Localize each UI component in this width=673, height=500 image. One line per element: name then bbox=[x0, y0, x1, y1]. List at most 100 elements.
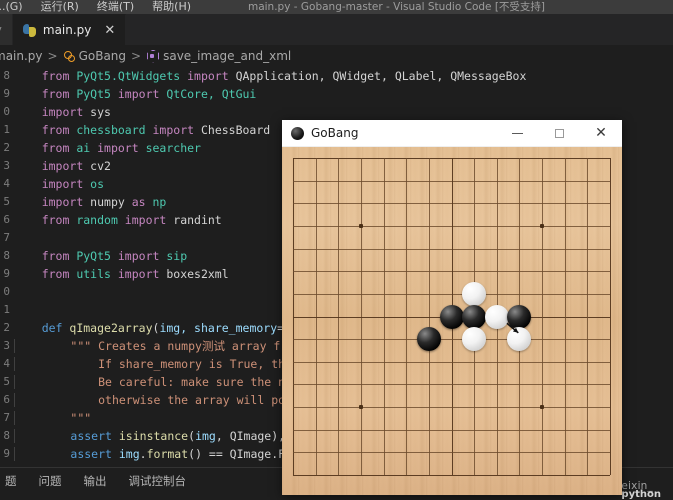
grid-line-horizontal bbox=[293, 362, 610, 363]
code-token: import bbox=[110, 87, 167, 101]
code-text: from chessboard import ChessBoard bbox=[14, 121, 271, 139]
tab-main-py[interactable]: main.py ✕ bbox=[12, 14, 127, 45]
stone-black[interactable] bbox=[507, 304, 532, 329]
code-text: from PyQt5 import sip bbox=[14, 247, 187, 265]
tab-inactive[interactable]: i.py bbox=[0, 14, 13, 45]
grid-line-vertical bbox=[587, 158, 588, 475]
panel-tab-output[interactable]: 输出 bbox=[73, 473, 118, 489]
code-text: assert img.format() == QImage.F bbox=[14, 445, 285, 463]
gobang-window: GoBang ✕ bbox=[282, 120, 622, 495]
line-number: 3 bbox=[3, 339, 10, 352]
code-text: If share_memory is True, th bbox=[14, 355, 285, 373]
code-token: import bbox=[41, 195, 91, 209]
breadcrumb-file[interactable]: main.py bbox=[0, 49, 43, 63]
code-token: Be careful: make sure the n bbox=[70, 375, 286, 389]
code-token: import bbox=[41, 159, 91, 173]
code-text: from random import randint bbox=[14, 211, 222, 229]
editor-tab-bar: i.py main.py ✕ bbox=[0, 14, 673, 45]
grid-line-horizontal bbox=[293, 339, 610, 340]
indent-guide bbox=[14, 411, 43, 425]
stone-white[interactable] bbox=[484, 304, 509, 329]
grid-line-horizontal bbox=[293, 407, 610, 408]
gobang-board[interactable] bbox=[282, 147, 622, 495]
code-token: from bbox=[41, 141, 77, 155]
line-number: 1 bbox=[3, 123, 10, 136]
code-token: img, share_memory bbox=[159, 321, 278, 335]
board-grid bbox=[293, 158, 611, 476]
code-token: cv2 bbox=[90, 159, 111, 173]
line-number: 7 bbox=[3, 231, 10, 244]
code-token: ChessBoard bbox=[200, 123, 271, 137]
line-number: 4 bbox=[3, 177, 10, 190]
code-line: 0 import sys bbox=[0, 103, 673, 121]
star-point bbox=[358, 223, 363, 228]
line-number: 9 bbox=[3, 267, 10, 280]
breadcrumb-method[interactable]: save_image_and_xml bbox=[163, 49, 291, 63]
code-token: format bbox=[146, 447, 189, 461]
code-token: sys bbox=[90, 105, 111, 119]
code-token: ai bbox=[76, 141, 91, 155]
panel-tab-problems[interactable]: 问题 bbox=[28, 473, 73, 489]
code-text: from ai import searcher bbox=[14, 139, 201, 157]
minimize-button[interactable] bbox=[496, 120, 538, 147]
code-text: from utils import boxes2xml bbox=[14, 265, 229, 283]
maximize-button[interactable] bbox=[538, 120, 580, 147]
code-token: """ Creates a numpy测试 array f bbox=[70, 339, 281, 353]
code-token: def bbox=[41, 321, 70, 335]
indent-guide bbox=[14, 447, 43, 461]
gobang-title: GoBang bbox=[311, 126, 359, 140]
line-number: 6 bbox=[3, 213, 10, 226]
code-token: from bbox=[41, 87, 77, 101]
grid-line-horizontal bbox=[293, 452, 610, 453]
indent-guide bbox=[14, 375, 43, 389]
star-point bbox=[540, 223, 545, 228]
code-token: img bbox=[118, 447, 140, 461]
stone-black[interactable] bbox=[416, 327, 441, 352]
code-token: from bbox=[41, 249, 77, 263]
close-button[interactable]: ✕ bbox=[580, 120, 622, 147]
code-token: PyQt5 bbox=[76, 87, 111, 101]
panel-tab-0[interactable]: 题 bbox=[0, 473, 28, 489]
breadcrumb-class[interactable]: GoBang bbox=[79, 49, 126, 63]
grid-line-vertical bbox=[542, 158, 543, 475]
code-text: def qImage2array(img, share_memory= bbox=[14, 319, 284, 337]
code-token: import bbox=[90, 141, 146, 155]
code-text: import os bbox=[14, 175, 104, 193]
menu-item-go[interactable]: ...(G) bbox=[0, 0, 32, 14]
code-token: QtCore, QtGui bbox=[166, 87, 257, 101]
stone-white[interactable] bbox=[462, 327, 487, 352]
code-token: chessboard bbox=[76, 123, 146, 137]
stone-black[interactable] bbox=[462, 304, 487, 329]
black-stone-icon bbox=[291, 126, 304, 140]
window-title: main.py - Gobang-master - Visual Studio … bbox=[247, 1, 546, 13]
vscode-window: ...(G) 运行(R) 终端(T) 帮助(H) main.py - Goban… bbox=[0, 0, 673, 500]
code-text: import sys bbox=[14, 103, 111, 121]
line-number: 8 bbox=[3, 69, 10, 82]
line-number: 6 bbox=[3, 393, 10, 406]
line-number: 9 bbox=[3, 447, 10, 460]
code-text: import cv2 bbox=[14, 157, 111, 175]
line-number: 0 bbox=[3, 105, 10, 118]
menu-item-run[interactable]: 运行(R) bbox=[32, 0, 88, 14]
maximize-icon bbox=[554, 128, 564, 138]
panel-tab-debug-console[interactable]: 调试控制台 bbox=[118, 473, 198, 489]
grid-line-horizontal bbox=[293, 430, 610, 431]
code-token: boxes2xml bbox=[166, 267, 229, 281]
code-token: from bbox=[41, 69, 77, 83]
line-number: 3 bbox=[3, 159, 10, 172]
stone-white[interactable] bbox=[462, 281, 487, 306]
status-language[interactable]: python bbox=[621, 489, 661, 500]
code-text: """ Creates a numpy测试 array f bbox=[14, 337, 280, 355]
code-token: import bbox=[180, 69, 236, 83]
line-number: 2 bbox=[3, 141, 10, 154]
class-icon bbox=[63, 50, 75, 62]
line-number: 7 bbox=[3, 411, 10, 424]
close-icon[interactable]: ✕ bbox=[104, 24, 115, 37]
indent-guide bbox=[14, 357, 43, 371]
grid-line-horizontal bbox=[293, 475, 610, 476]
breadcrumb: main.py > GoBang > save_image_and_xml bbox=[0, 45, 673, 67]
stone-white[interactable] bbox=[507, 327, 532, 352]
stone-black[interactable] bbox=[439, 304, 464, 329]
grid-line-vertical bbox=[565, 158, 566, 475]
